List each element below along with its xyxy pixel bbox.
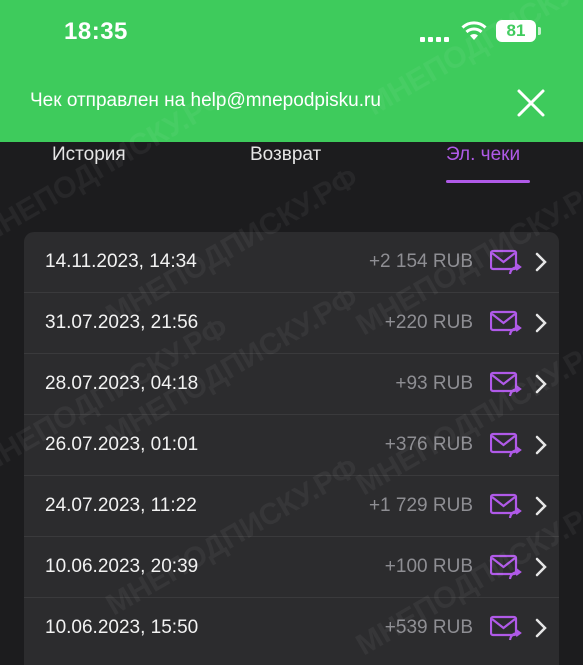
- receipt-amount: +100 RUB: [384, 556, 473, 577]
- notification-banner: 18:35 81 Чек отправлен на help@mnepodpis…: [0, 0, 583, 142]
- receipt-date: 10.06.2023, 15:50: [45, 617, 199, 638]
- receipt-amount: +376 RUB: [384, 434, 473, 455]
- receipts-list: 14.11.2023, 14:34 +2 154 RUB 31.07.2023,…: [24, 232, 559, 665]
- status-bar: 18:35 81: [0, 0, 583, 66]
- receipt-date: 10.06.2023, 20:39: [45, 556, 199, 577]
- close-icon[interactable]: [514, 86, 548, 120]
- chevron-right-icon: [535, 374, 547, 394]
- chevron-right-icon: [535, 313, 547, 333]
- list-item[interactable]: 24.07.2023, 11:22 +1 729 RUB: [24, 476, 559, 537]
- receipt-date: 26.07.2023, 01:01: [45, 434, 199, 455]
- chevron-right-icon: [535, 618, 547, 638]
- tab-e-receipts[interactable]: Эл. чеки: [446, 144, 520, 166]
- battery-cap: [538, 27, 541, 35]
- receipt-amount: +220 RUB: [384, 312, 473, 333]
- list-item[interactable]: 26.07.2023, 01:01 +376 RUB: [24, 415, 559, 476]
- receipt-amount: +93 RUB: [395, 373, 473, 394]
- receipt-amount: +539 RUB: [384, 617, 473, 638]
- mail-send-icon[interactable]: [490, 554, 522, 580]
- active-tab-indicator: [446, 180, 530, 183]
- notification-text: Чек отправлен на help@mnepodpisku.ru: [30, 90, 381, 111]
- tab-refund[interactable]: Возврат: [250, 144, 321, 166]
- receipt-amount: +2 154 RUB: [368, 251, 473, 272]
- receipt-date: 28.07.2023, 04:18: [45, 373, 199, 394]
- receipt-amount: +1 729 RUB: [368, 495, 473, 516]
- mail-send-icon[interactable]: [490, 493, 522, 519]
- list-item[interactable]: 10.06.2023, 20:39 +100 RUB: [24, 537, 559, 598]
- tab-history[interactable]: История: [52, 144, 126, 166]
- mail-send-icon[interactable]: [490, 432, 522, 458]
- list-item[interactable]: 28.07.2023, 04:18 +93 RUB: [24, 354, 559, 415]
- mail-send-icon[interactable]: [490, 371, 522, 397]
- mail-send-icon[interactable]: [490, 615, 522, 641]
- receipt-date: 31.07.2023, 21:56: [45, 312, 199, 333]
- chevron-right-icon: [535, 435, 547, 455]
- wifi-icon: [461, 21, 487, 40]
- chevron-right-icon: [535, 496, 547, 516]
- tab-bar: История Возврат Эл. чеки: [0, 142, 583, 184]
- mail-send-icon[interactable]: [490, 249, 522, 275]
- status-time: 18:35: [64, 18, 128, 45]
- list-item[interactable]: 10.06.2023, 15:50 +539 RUB: [24, 598, 559, 659]
- receipt-date: 24.07.2023, 11:22: [45, 495, 197, 516]
- list-item[interactable]: 14.11.2023, 14:34 +2 154 RUB: [24, 232, 559, 293]
- chevron-right-icon: [535, 252, 547, 272]
- battery-level: 81: [506, 21, 526, 40]
- chevron-right-icon: [535, 557, 547, 577]
- mail-send-icon[interactable]: [490, 310, 522, 336]
- list-item[interactable]: 31.07.2023, 21:56 +220 RUB: [24, 293, 559, 354]
- cellular-signal-icon: [420, 24, 452, 42]
- battery-icon: 81: [496, 20, 536, 42]
- receipt-date: 14.11.2023, 14:34: [45, 251, 197, 272]
